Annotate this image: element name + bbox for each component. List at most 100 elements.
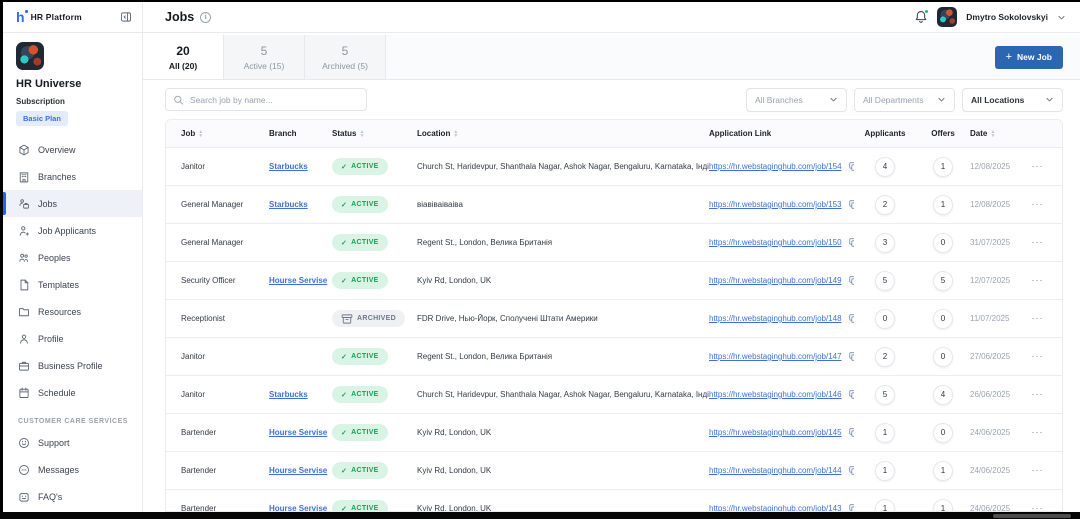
sidebar-item-overview[interactable]: Overview (3, 136, 142, 163)
folder-icon (18, 306, 30, 318)
row-menu-icon[interactable]: ··· (1032, 466, 1044, 475)
notifications-bell-icon[interactable] (914, 10, 928, 24)
table-row: Receptionist ARCHIVED FDR Drive, Нью-Йор… (166, 300, 1062, 338)
search-box (165, 88, 367, 111)
row-menu-icon[interactable]: ··· (1032, 162, 1044, 171)
row-menu-icon[interactable]: ··· (1032, 238, 1044, 247)
column-header-offers[interactable]: Offers (916, 129, 970, 138)
status-cell: ✓ ACTIVE (332, 234, 417, 251)
row-menu-cell: ··· (1028, 314, 1047, 323)
sidebar-item-profile[interactable]: Profile (3, 325, 142, 352)
applicants-cell: 0 (854, 309, 916, 329)
window-edge (0, 512, 1080, 519)
table-row: Security Officer Hourse Servise ✓ ACTIVE… (166, 262, 1062, 300)
row-menu-icon[interactable]: ··· (1032, 504, 1044, 511)
location: Kyiv Rd, London, UK (417, 504, 709, 511)
sidebar-item-business-profile[interactable]: Business Profile (3, 352, 142, 379)
brand-name: HR Platform (31, 12, 82, 22)
status-cell: ✓ ACTIVE (332, 272, 417, 289)
offers-count: 4 (933, 385, 953, 405)
customer-care-section-label: CUSTOMER CARE SERVICES (18, 418, 142, 425)
sort-icon[interactable]: ▲▼ (990, 130, 995, 138)
job-name: Bartender (181, 428, 269, 437)
filter-all-branches[interactable]: All Branches (746, 88, 847, 112)
application-link[interactable]: https://hr.webstaginghub.com/job/148 (709, 314, 842, 323)
status-cell: ARCHIVED (332, 310, 417, 327)
info-icon[interactable]: i (200, 12, 211, 23)
row-menu-icon[interactable]: ··· (1032, 276, 1044, 285)
column-header-branch[interactable]: Branch (269, 129, 332, 138)
sidebar-item-resources[interactable]: Resources (3, 298, 142, 325)
status-cell: ✓ ACTIVE (332, 386, 417, 403)
tab-all-20[interactable]: 20 All (20) (143, 35, 224, 79)
table-row: General Manager ✓ ACTIVE Regent St., Lon… (166, 224, 1062, 262)
column-header-date[interactable]: Date ▲▼ (970, 129, 1028, 138)
row-menu-icon[interactable]: ··· (1032, 390, 1044, 399)
application-link[interactable]: https://hr.webstaginghub.com/job/145 (709, 428, 842, 437)
application-link-cell: https://hr.webstaginghub.com/job/146 (709, 389, 854, 400)
row-menu-icon[interactable]: ··· (1032, 200, 1044, 209)
branch-link[interactable]: Starbucks (269, 162, 308, 171)
branch-link[interactable]: Hourse Servise (269, 466, 327, 475)
applicants-cell: 3 (854, 233, 916, 253)
row-menu-icon[interactable]: ··· (1032, 428, 1044, 437)
application-link[interactable]: https://hr.webstaginghub.com/job/149 (709, 276, 842, 285)
branch-link[interactable]: Hourse Servise (269, 276, 327, 285)
branch-link[interactable]: Starbucks (269, 390, 308, 399)
sort-icon[interactable]: ▲▼ (453, 130, 458, 138)
check-icon: ✓ (341, 467, 347, 475)
sidebar-item-jobs[interactable]: Jobs (3, 190, 142, 217)
check-icon: ✓ (341, 505, 347, 512)
branch-link[interactable]: Hourse Servise (269, 428, 327, 437)
application-link[interactable]: https://hr.webstaginghub.com/job/150 (709, 238, 842, 247)
row-menu-icon[interactable]: ··· (1032, 352, 1044, 361)
sidebar-item-messages[interactable]: Messages (3, 456, 142, 483)
new-job-button[interactable]: + New Job (995, 46, 1063, 69)
horizontal-scrollbar[interactable] (993, 514, 1071, 518)
sidebar-item-job-applicants[interactable]: Job Applicants (3, 217, 142, 244)
row-menu-icon[interactable]: ··· (1032, 314, 1044, 323)
column-header-applicants[interactable]: Applicants (854, 129, 916, 138)
search-input[interactable] (165, 88, 367, 111)
filter-row: All Branches All Departments All Locatio… (143, 80, 1080, 119)
sidebar-item-branches[interactable]: Branches (3, 163, 142, 190)
organization-avatar[interactable] (16, 42, 44, 70)
sidebar-item-templates[interactable]: Templates (3, 271, 142, 298)
collapse-sidebar-icon[interactable] (120, 11, 132, 23)
table-row: Bartender Hourse Servise ✓ ACTIVE Kyiv R… (166, 452, 1062, 490)
filter-all-departments[interactable]: All Departments (854, 88, 955, 112)
location: Kyiv Rd, London, UK (417, 466, 709, 475)
check-icon: ✓ (341, 239, 347, 247)
sort-icon[interactable]: ▲▼ (359, 130, 364, 138)
status-cell: ✓ ACTIVE (332, 500, 417, 511)
column-header-application-link[interactable]: Application Link (709, 129, 854, 138)
column-header-location[interactable]: Location ▲▼ (417, 129, 709, 138)
check-icon: ✓ (341, 391, 347, 399)
application-link-cell: https://hr.webstaginghub.com/job/150 (709, 237, 854, 248)
application-link[interactable]: https://hr.webstaginghub.com/job/153 (709, 200, 842, 209)
application-link[interactable]: https://hr.webstaginghub.com/job/147 (709, 352, 842, 361)
user-avatar[interactable] (937, 7, 957, 27)
sidebar-item-schedule[interactable]: Schedule (3, 379, 142, 406)
sidebar-item-peoples[interactable]: Peoples (3, 244, 142, 271)
application-link[interactable]: https://hr.webstaginghub.com/job/146 (709, 390, 842, 399)
tab-archived-5[interactable]: 5 Archived (5) (305, 35, 386, 79)
application-link[interactable]: https://hr.webstaginghub.com/job/144 (709, 466, 842, 475)
table-row: Janitor ✓ ACTIVE Regent St., London, Вел… (166, 338, 1062, 376)
sort-icon[interactable]: ▲▼ (198, 130, 203, 138)
sidebar-item-faq-s[interactable]: FAQ's (3, 483, 142, 510)
column-header-job[interactable]: Job ▲▼ (181, 129, 269, 138)
branch-link[interactable]: Starbucks (269, 200, 308, 209)
filter-all-locations[interactable]: All Locations (962, 88, 1063, 112)
application-link[interactable]: https://hr.webstaginghub.com/job/154 (709, 162, 842, 171)
calendar-icon (18, 387, 30, 399)
tab-active-15[interactable]: 5 Active (15) (224, 35, 305, 79)
location: Kyiv Rd, London, UK (417, 276, 709, 285)
branch-link[interactable]: Hourse Servise (269, 504, 327, 511)
application-link[interactable]: https://hr.webstaginghub.com/job/143 (709, 504, 842, 511)
applicants-cell: 2 (854, 347, 916, 367)
user-menu-chevron-down-icon[interactable] (1057, 13, 1066, 22)
sidebar-item-support[interactable]: Support (3, 429, 142, 456)
column-header-status[interactable]: Status ▲▼ (332, 129, 417, 138)
person-plus-icon (18, 225, 30, 237)
